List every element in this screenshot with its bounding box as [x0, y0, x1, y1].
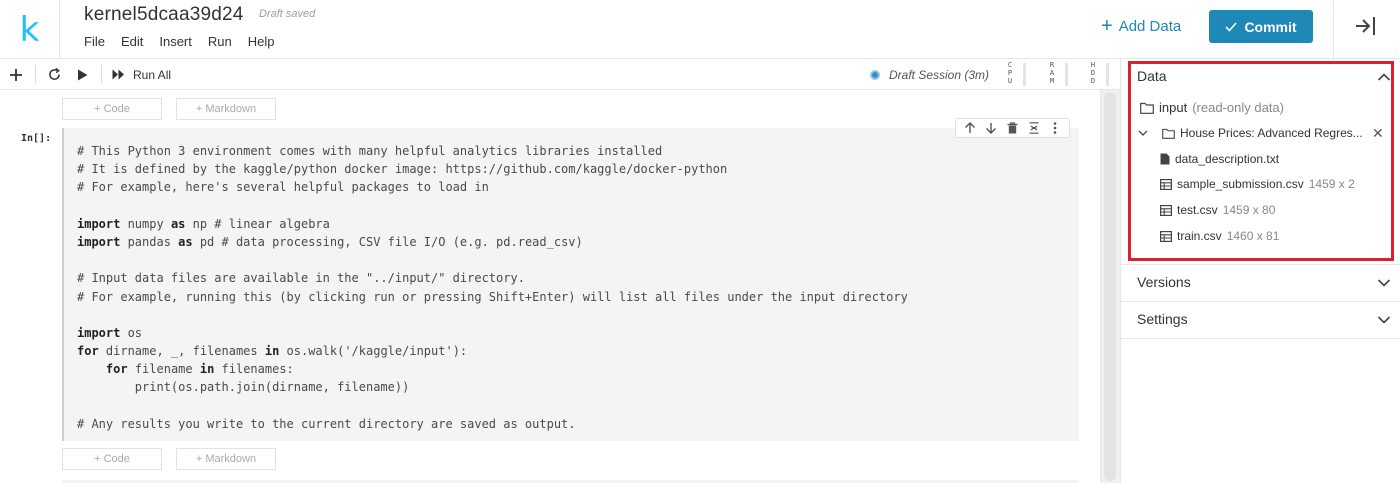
restart-icon[interactable]	[44, 59, 64, 90]
add-cell-icon[interactable]	[6, 59, 26, 90]
hdd-label: HDD	[1090, 61, 1096, 85]
file-item[interactable]: data_description.txt	[1160, 152, 1279, 166]
ram-meter: RAM	[1048, 61, 1070, 88]
chevron-down-icon[interactable]	[1377, 278, 1391, 288]
move-down-icon[interactable]	[982, 120, 1000, 136]
chevron-up-icon[interactable]	[1377, 72, 1391, 82]
data-section: Data input (read-only data) House Prices…	[1121, 59, 1400, 265]
menu-bar: File Edit Insert Run Help	[84, 34, 274, 49]
menu-insert[interactable]: Insert	[159, 34, 192, 49]
toolbar-divider	[35, 65, 36, 84]
notebook-area: + Code + Markdown In[]: # This Python 3 …	[0, 90, 1100, 483]
table-icon	[1160, 204, 1172, 216]
app-header: k kernel5dcaa39d24 Draft saved File Edit…	[0, 0, 1400, 59]
code-line: # For example, here's several helpful pa…	[77, 180, 489, 195]
delete-icon[interactable]	[1003, 120, 1021, 136]
collapse-cell-icon[interactable]	[1025, 120, 1043, 136]
side-panel: Data input (read-only data) House Prices…	[1120, 59, 1400, 483]
folder-icon	[1162, 128, 1175, 139]
code-line: for filename in filenames:	[105, 362, 294, 377]
menu-edit[interactable]: Edit	[121, 34, 143, 49]
add-code-button[interactable]: + Code	[62, 98, 162, 120]
code-cell[interactable]: # This Python 3 environment comes with m…	[62, 128, 1079, 441]
add-code-button[interactable]: + Code	[62, 448, 162, 470]
code-line: import os	[77, 325, 143, 340]
file-icon	[1160, 153, 1170, 165]
run-cell-icon[interactable]	[72, 59, 92, 90]
code-line: # This Python 3 environment comes with m…	[77, 144, 663, 158]
kaggle-logo[interactable]: k	[0, 0, 60, 59]
toolbar-divider	[101, 65, 102, 84]
commit-button[interactable]: Commit	[1209, 10, 1313, 43]
session-status[interactable]: Draft Session (3m)	[870, 59, 989, 90]
code-line: # It is defined by the kaggle/python doc…	[77, 162, 728, 177]
versions-section-title[interactable]: Versions	[1137, 274, 1191, 290]
code-line: import pandas as pd # data processing, C…	[77, 234, 583, 249]
more-options-icon[interactable]	[1046, 120, 1064, 136]
input-folder[interactable]: input (read-only data)	[1140, 100, 1284, 115]
remove-dataset-icon[interactable]: ✕	[1372, 125, 1384, 142]
versions-section[interactable]: Versions	[1121, 265, 1400, 302]
settings-section-title[interactable]: Settings	[1137, 311, 1188, 327]
move-up-icon[interactable]	[961, 120, 979, 136]
menu-file[interactable]: File	[84, 34, 105, 49]
plus-icon: +	[1101, 15, 1113, 37]
save-status: Draft saved	[259, 8, 316, 20]
code-editor[interactable]: # This Python 3 environment comes with m…	[77, 142, 908, 433]
file-item[interactable]: sample_submission.csv 1459 x 2	[1160, 177, 1355, 191]
table-icon	[1160, 230, 1172, 242]
ram-label: RAM	[1049, 61, 1055, 85]
cpu-meter: CPU	[1006, 61, 1028, 88]
dataset-folder[interactable]: House Prices: Advanced Regres...	[1138, 126, 1363, 140]
cell-prompt: In[]:	[21, 133, 52, 144]
add-cell-row-top: + Code + Markdown	[62, 98, 276, 120]
add-data-button[interactable]: + Add Data	[1101, 16, 1181, 36]
folder-icon	[1140, 102, 1154, 114]
header-divider	[1333, 0, 1334, 59]
menu-run[interactable]: Run	[208, 34, 232, 49]
hdd-bar	[1106, 63, 1109, 86]
chevron-down-icon[interactable]	[1138, 129, 1148, 137]
menu-help[interactable]: Help	[248, 34, 275, 49]
code-line: # For example, running this (by clicking…	[77, 289, 908, 304]
hdd-meter: HDD	[1089, 61, 1111, 88]
session-indicator-icon	[870, 69, 880, 80]
add-cell-row-bottom: + Code + Markdown	[62, 448, 276, 470]
settings-section[interactable]: Settings	[1121, 302, 1400, 339]
add-markdown-button[interactable]: + Markdown	[176, 448, 276, 470]
code-line: print(os.path.join(dirname, filename))	[77, 380, 410, 395]
cell-toolbar	[955, 118, 1070, 138]
data-section-title[interactable]: Data	[1137, 68, 1167, 84]
notebook-toolbar: Run All Draft Session (3m) CPU RAM HDD	[0, 59, 1120, 90]
code-line: import numpy as np # linear algebra	[77, 216, 330, 231]
fast-forward-icon	[112, 69, 124, 80]
code-line: for dirname, _, filenames in os.walk('/k…	[77, 344, 468, 359]
table-icon	[1160, 178, 1172, 190]
run-all-button[interactable]: Run All	[112, 59, 171, 90]
scrollbar-thumb[interactable]	[1104, 92, 1116, 481]
cpu-label: CPU	[1007, 61, 1013, 85]
cpu-bar	[1023, 63, 1026, 86]
chevron-down-icon[interactable]	[1377, 315, 1391, 325]
add-markdown-button[interactable]: + Markdown	[176, 98, 276, 120]
code-line: # Input data files are available in the …	[77, 271, 525, 286]
file-item[interactable]: test.csv 1459 x 80	[1160, 203, 1275, 217]
collapse-panel-icon[interactable]	[1352, 14, 1380, 38]
file-item[interactable]: train.csv 1460 x 81	[1160, 229, 1279, 243]
check-icon	[1225, 21, 1238, 32]
ram-bar	[1065, 63, 1068, 86]
kernel-title[interactable]: kernel5dcaa39d24	[84, 4, 244, 26]
code-line: # Any results you write to the current d…	[77, 416, 576, 431]
